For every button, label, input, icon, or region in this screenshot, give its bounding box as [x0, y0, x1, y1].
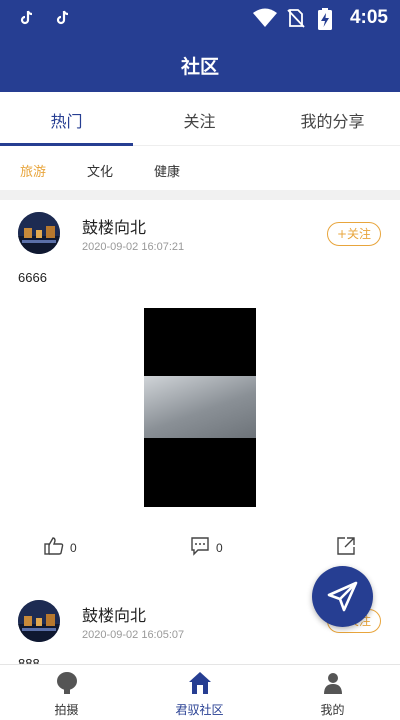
- avatar-image: [18, 600, 60, 642]
- tab-hot[interactable]: 热门: [0, 108, 133, 132]
- avatar[interactable]: [18, 600, 60, 642]
- status-bar: 4:05: [0, 0, 400, 38]
- category-culture[interactable]: 文化: [87, 161, 113, 180]
- post-content: 6666: [18, 270, 47, 285]
- post-time: 2020-09-02 16:07:21: [82, 241, 185, 253]
- comment-count: 0: [216, 541, 223, 555]
- nav-label: 拍摄: [54, 703, 79, 717]
- bottom-nav: 拍摄 君驭社区 我的: [0, 664, 400, 720]
- follow-button[interactable]: +关注: [327, 222, 381, 246]
- page-title: 社区: [180, 56, 219, 78]
- tab-following[interactable]: 关注: [133, 108, 266, 132]
- post-actions: 0 0: [0, 532, 400, 562]
- video-thumbnail[interactable]: [144, 308, 256, 507]
- create-post-button[interactable]: [312, 566, 373, 627]
- category-bar: 旅游 文化 健康: [0, 146, 400, 190]
- battery-charging-icon: [318, 8, 332, 30]
- post-content: 888: [18, 656, 40, 664]
- nav-item-shoot[interactable]: 拍摄: [0, 665, 133, 720]
- category-travel[interactable]: 旅游: [20, 161, 46, 180]
- no-sim-icon: [287, 9, 305, 28]
- tiktok-icon: [56, 10, 69, 25]
- username[interactable]: 鼓楼向北: [82, 214, 146, 238]
- like-count: 0: [70, 541, 77, 555]
- category-health[interactable]: 健康: [154, 161, 180, 180]
- nav-item-mine[interactable]: 我的: [266, 665, 399, 720]
- camera-icon: [57, 672, 77, 694]
- send-icon: [327, 581, 358, 612]
- username[interactable]: 鼓楼向北: [82, 602, 146, 626]
- title-bar: 社区: [0, 38, 400, 92]
- section-divider: [0, 190, 400, 200]
- share-icon[interactable]: [336, 536, 356, 556]
- comment-icon[interactable]: [190, 536, 210, 556]
- tiktok-icon: [20, 10, 33, 25]
- nav-label: 君驭社区: [175, 703, 224, 717]
- post-time: 2020-09-02 16:05:07: [82, 629, 185, 641]
- video-frame: [144, 376, 256, 438]
- clock: 4:05: [349, 7, 388, 28]
- nav-label: 我的: [320, 703, 345, 717]
- wifi-icon: [253, 8, 277, 27]
- avatar-image: [18, 212, 60, 254]
- avatar[interactable]: [18, 212, 60, 254]
- like-icon[interactable]: [44, 536, 64, 556]
- nav-item-community[interactable]: 君驭社区: [133, 665, 266, 720]
- tab-bar: 热门 关注 我的分享: [0, 92, 400, 146]
- community-icon: [189, 672, 211, 694]
- profile-icon: [324, 673, 342, 694]
- tab-my-shares[interactable]: 我的分享: [266, 108, 399, 132]
